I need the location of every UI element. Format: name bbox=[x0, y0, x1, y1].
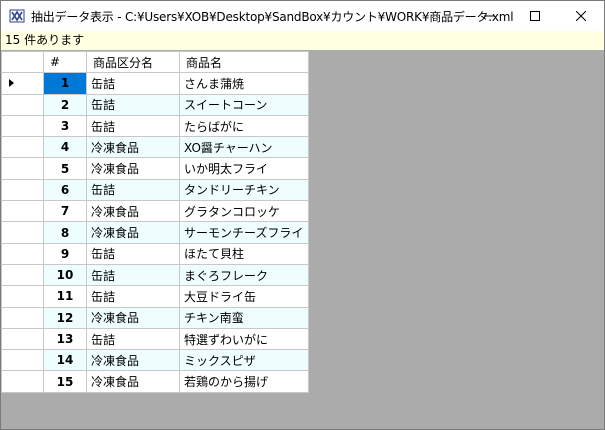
table-row[interactable]: 14 冷凍食品 ミックスピザ bbox=[1, 349, 309, 372]
cell-category[interactable]: 冷凍食品 bbox=[86, 370, 180, 393]
cell-number[interactable]: 12 bbox=[43, 306, 87, 329]
cell-category[interactable]: 冷凍食品 bbox=[86, 200, 180, 223]
column-header-number[interactable]: # bbox=[43, 50, 87, 74]
cell-product-name[interactable]: ミックスピザ bbox=[179, 349, 309, 372]
cell-product-name[interactable]: スイートコーン bbox=[179, 93, 309, 116]
cell-product-name[interactable]: XO醤チャーハン bbox=[179, 136, 309, 159]
row-header[interactable] bbox=[1, 349, 44, 372]
cell-number[interactable]: 15 bbox=[43, 370, 87, 393]
current-row-arrow-icon bbox=[9, 79, 14, 88]
minimize-button[interactable] bbox=[466, 1, 512, 31]
cell-category[interactable]: 缶詰 bbox=[86, 72, 180, 95]
window-title: 抽出データ表示 - C:¥Users¥XOB¥Desktop¥SandBox¥カ… bbox=[31, 9, 514, 24]
cell-category[interactable]: 缶詰 bbox=[86, 242, 180, 265]
cell-category[interactable]: 缶詰 bbox=[86, 93, 180, 116]
row-header[interactable] bbox=[1, 93, 44, 116]
row-header[interactable] bbox=[1, 200, 44, 223]
row-header[interactable] bbox=[1, 178, 44, 202]
table-row[interactable]: 11 缶詰 大豆ドライ缶 bbox=[1, 285, 309, 308]
row-header[interactable] bbox=[1, 306, 44, 329]
cell-category[interactable]: 冷凍食品 bbox=[86, 157, 180, 180]
cell-product-name[interactable]: ほたて貝柱 bbox=[179, 242, 309, 265]
row-header[interactable] bbox=[1, 263, 44, 287]
app-window: 抽出データ表示 - C:¥Users¥XOB¥Desktop¥SandBox¥カ… bbox=[0, 0, 605, 430]
cell-product-name[interactable]: いか明太フライ bbox=[179, 157, 309, 180]
cell-number[interactable]: 14 bbox=[43, 349, 87, 372]
cell-product-name[interactable]: チキン南蛮 bbox=[179, 306, 309, 329]
minimize-icon bbox=[484, 15, 494, 17]
cell-number[interactable]: 2 bbox=[43, 93, 87, 116]
grid-body: 1 缶詰 さんま蒲焼 2 缶詰 スイートコーン 3 缶詰 たらばがに 4 冷凍食品 XO醤チャーハン 5… bbox=[1, 72, 309, 393]
cell-number[interactable]: 11 bbox=[43, 285, 87, 308]
grid-header-row: # 商品区分名 商品名 bbox=[1, 50, 309, 74]
cell-product-name[interactable]: さんま蒲焼 bbox=[179, 72, 309, 95]
row-header[interactable] bbox=[1, 72, 44, 95]
cell-number[interactable]: 10 bbox=[43, 263, 87, 287]
cell-category[interactable]: 缶詰 bbox=[86, 114, 180, 138]
cell-number[interactable]: 6 bbox=[43, 178, 87, 202]
maximize-button[interactable] bbox=[512, 1, 558, 31]
table-row[interactable]: 12 冷凍食品 チキン南蛮 bbox=[1, 306, 309, 329]
row-header[interactable] bbox=[1, 285, 44, 308]
table-row[interactable]: 13 缶詰 特選ずわいがに bbox=[1, 327, 309, 351]
cell-number[interactable]: 4 bbox=[43, 136, 87, 159]
row-header[interactable] bbox=[1, 157, 44, 180]
table-row[interactable]: 2 缶詰 スイートコーン bbox=[1, 93, 309, 116]
maximize-icon bbox=[530, 11, 540, 21]
table-row[interactable]: 15 冷凍食品 若鶏のから揚げ bbox=[1, 370, 309, 393]
cell-product-name[interactable]: タンドリーチキン bbox=[179, 178, 309, 202]
row-header[interactable] bbox=[1, 370, 44, 393]
cell-product-name[interactable]: 大豆ドライ缶 bbox=[179, 285, 309, 308]
cell-number[interactable]: 5 bbox=[43, 157, 87, 180]
cell-product-name[interactable]: まぐろフレーク bbox=[179, 263, 309, 287]
cell-number[interactable]: 8 bbox=[43, 221, 87, 244]
cell-category[interactable]: 缶詰 bbox=[86, 327, 180, 351]
cell-category[interactable]: 冷凍食品 bbox=[86, 136, 180, 159]
table-row[interactable]: 7 冷凍食品 グラタンコロッケ bbox=[1, 200, 309, 223]
cell-number[interactable]: 7 bbox=[43, 200, 87, 223]
close-button[interactable] bbox=[558, 1, 604, 31]
title-bar[interactable]: 抽出データ表示 - C:¥Users¥XOB¥Desktop¥SandBox¥カ… bbox=[1, 1, 604, 31]
cell-number[interactable]: 1 bbox=[43, 72, 87, 95]
cell-product-name[interactable]: サーモンチーズフライ bbox=[179, 221, 309, 244]
column-header-category[interactable]: 商品区分名 bbox=[86, 50, 180, 74]
cell-number[interactable]: 13 bbox=[43, 327, 87, 351]
cell-category[interactable]: 缶詰 bbox=[86, 178, 180, 202]
cell-number[interactable]: 9 bbox=[43, 242, 87, 265]
column-header-product-name[interactable]: 商品名 bbox=[179, 50, 309, 74]
table-row[interactable]: 4 冷凍食品 XO醤チャーハン bbox=[1, 136, 309, 159]
status-bar: 15 件あります bbox=[1, 31, 604, 50]
table-row[interactable]: 10 缶詰 まぐろフレーク bbox=[1, 263, 309, 287]
close-icon bbox=[576, 11, 586, 21]
table-row[interactable]: 6 缶詰 タンドリーチキン bbox=[1, 178, 309, 202]
row-header[interactable] bbox=[1, 327, 44, 351]
app-icon bbox=[9, 9, 25, 23]
cell-product-name[interactable]: 特選ずわいがに bbox=[179, 327, 309, 351]
row-header-corner[interactable] bbox=[1, 50, 44, 74]
cell-category[interactable]: 冷凍食品 bbox=[86, 349, 180, 372]
table-row[interactable]: 3 缶詰 たらばがに bbox=[1, 114, 309, 138]
cell-product-name[interactable]: グラタンコロッケ bbox=[179, 200, 309, 223]
cell-product-name[interactable]: 若鶏のから揚げ bbox=[179, 370, 309, 393]
table-row[interactable]: 1 缶詰 さんま蒲焼 bbox=[1, 72, 309, 95]
row-header[interactable] bbox=[1, 221, 44, 244]
table-row[interactable]: 5 冷凍食品 いか明太フライ bbox=[1, 157, 309, 180]
row-header[interactable] bbox=[1, 114, 44, 138]
cell-product-name[interactable]: たらばがに bbox=[179, 114, 309, 138]
cell-category[interactable]: 缶詰 bbox=[86, 263, 180, 287]
row-header[interactable] bbox=[1, 242, 44, 265]
cell-number[interactable]: 3 bbox=[43, 114, 87, 138]
cell-category[interactable]: 缶詰 bbox=[86, 285, 180, 308]
cell-category[interactable]: 冷凍食品 bbox=[86, 306, 180, 329]
cell-category[interactable]: 冷凍食品 bbox=[86, 221, 180, 244]
data-grid[interactable]: # 商品区分名 商品名 1 缶詰 さんま蒲焼 2 缶詰 スイートコーン 3 缶詰 たらばがに 4 冷… bbox=[1, 50, 309, 393]
record-count-text: 15 件あります bbox=[5, 33, 85, 47]
table-row[interactable]: 8 冷凍食品 サーモンチーズフライ bbox=[1, 221, 309, 244]
row-header[interactable] bbox=[1, 136, 44, 159]
table-row[interactable]: 9 缶詰 ほたて貝柱 bbox=[1, 242, 309, 265]
